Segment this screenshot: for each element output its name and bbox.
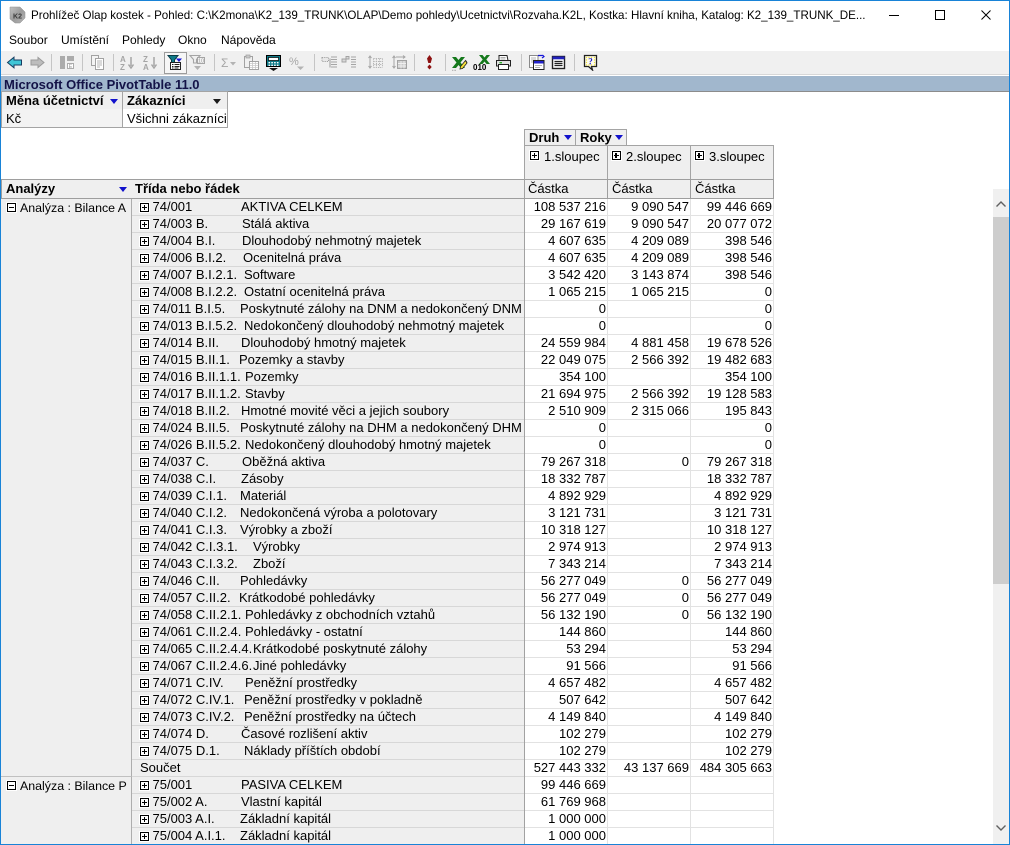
svg-text:E: E (69, 64, 73, 70)
svg-text:?: ? (588, 57, 593, 67)
svg-text:...: ... (452, 67, 456, 72)
svg-text:K2: K2 (13, 14, 22, 21)
svg-text:Z: Z (120, 63, 125, 71)
svg-text:%: % (289, 56, 299, 68)
svg-text:10: 10 (198, 59, 204, 65)
svg-text:A: A (143, 63, 149, 71)
svg-text:Σ: Σ (221, 56, 228, 70)
svg-text:010: 010 (473, 63, 487, 71)
